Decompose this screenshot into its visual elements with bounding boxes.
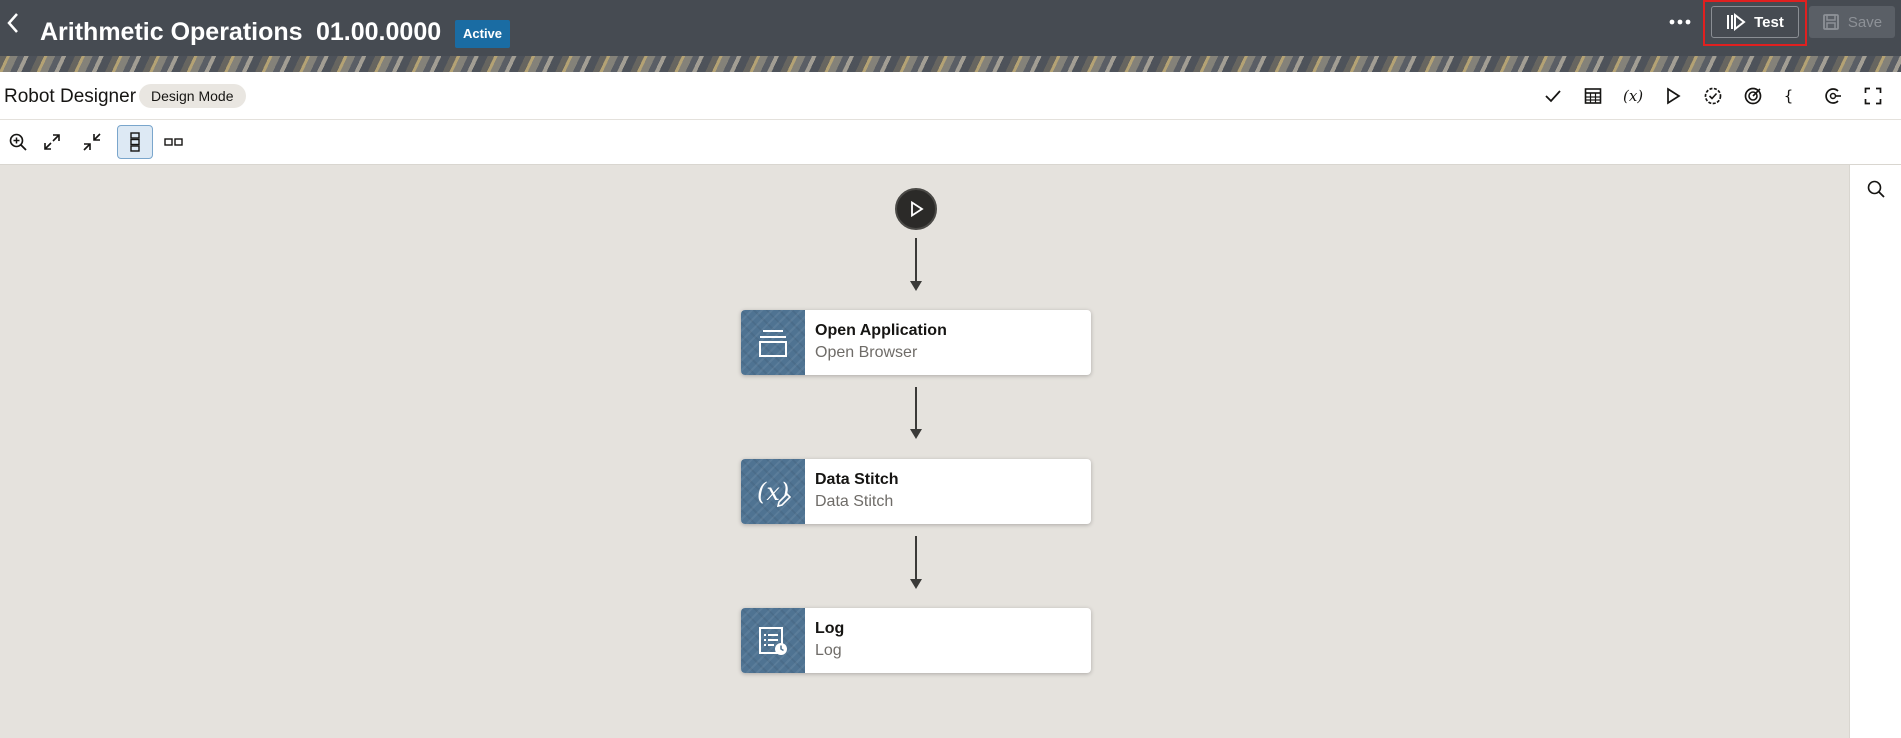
arrow-head <box>910 579 922 589</box>
back-button[interactable] <box>0 8 26 38</box>
flow-connector <box>915 387 917 431</box>
svg-text:(x): (x) <box>1623 87 1643 105</box>
variables-icon: (x) <box>1623 87 1643 105</box>
settings-check-button[interactable] <box>1697 82 1729 110</box>
right-side-panel <box>1849 165 1901 738</box>
json-button[interactable]: { } <box>1777 82 1809 110</box>
validate-icon <box>1545 90 1561 103</box>
save-button[interactable]: Save <box>1809 6 1895 38</box>
node-subtitle: Open Browser <box>815 344 918 361</box>
page-title: Arithmetic Operations <box>40 18 303 46</box>
fullscreen-button[interactable] <box>1857 82 1889 110</box>
more-actions-button[interactable] <box>1664 8 1696 36</box>
zoom-in-button[interactable] <box>0 125 36 159</box>
flow-node-log[interactable]: Log Log <box>741 608 1091 673</box>
test-button-label: Test <box>1754 13 1784 31</box>
node-title: Data Stitch <box>815 471 899 488</box>
expand-icon <box>44 134 60 150</box>
node-title: Log <box>815 620 845 637</box>
expand-button[interactable] <box>34 125 70 159</box>
target-button[interactable] <box>1737 82 1769 110</box>
settings-check-icon <box>1704 87 1722 105</box>
node-subtitle: Log <box>815 642 842 659</box>
designer-toolbar: (x) { } <box>1537 82 1889 110</box>
mode-chip: Design Mode <box>139 84 246 108</box>
search-icon <box>1867 180 1885 198</box>
test-button[interactable]: Test <box>1711 6 1799 38</box>
zoom-in-icon <box>9 133 27 151</box>
node-icon-container <box>741 608 805 673</box>
save-button-label: Save <box>1847 13 1883 31</box>
header-pattern <box>0 56 1901 72</box>
node-title: Open Application <box>815 322 947 339</box>
node-icon-container <box>741 310 805 375</box>
data-stitch-icon: (x) <box>757 478 791 507</box>
flow-node-data-stitch[interactable]: (x) Data Stitch Data Stitch <box>741 459 1091 524</box>
connection-button[interactable] <box>1817 82 1849 110</box>
application-window-icon <box>759 329 787 357</box>
log-icon <box>759 626 787 655</box>
more-horizontal-icon <box>1669 19 1691 25</box>
collapse-button[interactable] <box>74 125 110 159</box>
flow-node-open-application[interactable]: Open Application Open Browser <box>741 310 1091 375</box>
designer-subheader: Robot Designer Design Mode (x) { } <box>0 72 1901 120</box>
horizontal-layout-button[interactable] <box>156 125 192 159</box>
validate-button[interactable] <box>1537 82 1569 110</box>
vertical-layout-icon <box>130 132 140 152</box>
run-icon <box>1667 87 1681 105</box>
variables-button[interactable]: (x) <box>1617 82 1649 110</box>
version-number: 01.00.0000 <box>316 18 442 46</box>
horizontal-layout-icon <box>164 138 183 146</box>
data-table-icon <box>1584 88 1602 104</box>
flow-connector <box>915 536 917 581</box>
app-header: Arithmetic Operations 01.00.0000 Active … <box>0 0 1901 72</box>
target-icon <box>1744 87 1762 105</box>
node-icon-container: (x) <box>741 459 805 524</box>
arrow-head <box>910 281 922 291</box>
fullscreen-icon <box>1864 87 1882 105</box>
json-braces-icon: { } <box>1784 87 1803 105</box>
flow-connector <box>915 238 917 283</box>
status-badge: Active <box>455 20 511 48</box>
canvas-search-button[interactable] <box>1862 175 1890 203</box>
arrow-head <box>910 429 922 439</box>
chevron-left-icon <box>7 13 18 33</box>
designer-title: Robot Designer <box>4 86 137 107</box>
save-disk-icon <box>1822 14 1839 30</box>
collapse-icon <box>83 133 101 151</box>
run-button[interactable] <box>1657 82 1689 110</box>
svg-text:{ }: { } <box>1784 87 1803 105</box>
canvas-toolbar <box>0 121 1901 165</box>
vertical-layout-button[interactable] <box>117 125 153 159</box>
play-icon <box>911 200 924 218</box>
start-node[interactable] <box>895 188 937 230</box>
flow-canvas[interactable]: Open Application Open Browser (x) Data S… <box>0 165 1849 738</box>
node-subtitle: Data Stitch <box>815 493 894 510</box>
data-table-button[interactable] <box>1577 82 1609 110</box>
test-run-icon <box>1727 13 1746 31</box>
connection-icon <box>1825 88 1841 104</box>
